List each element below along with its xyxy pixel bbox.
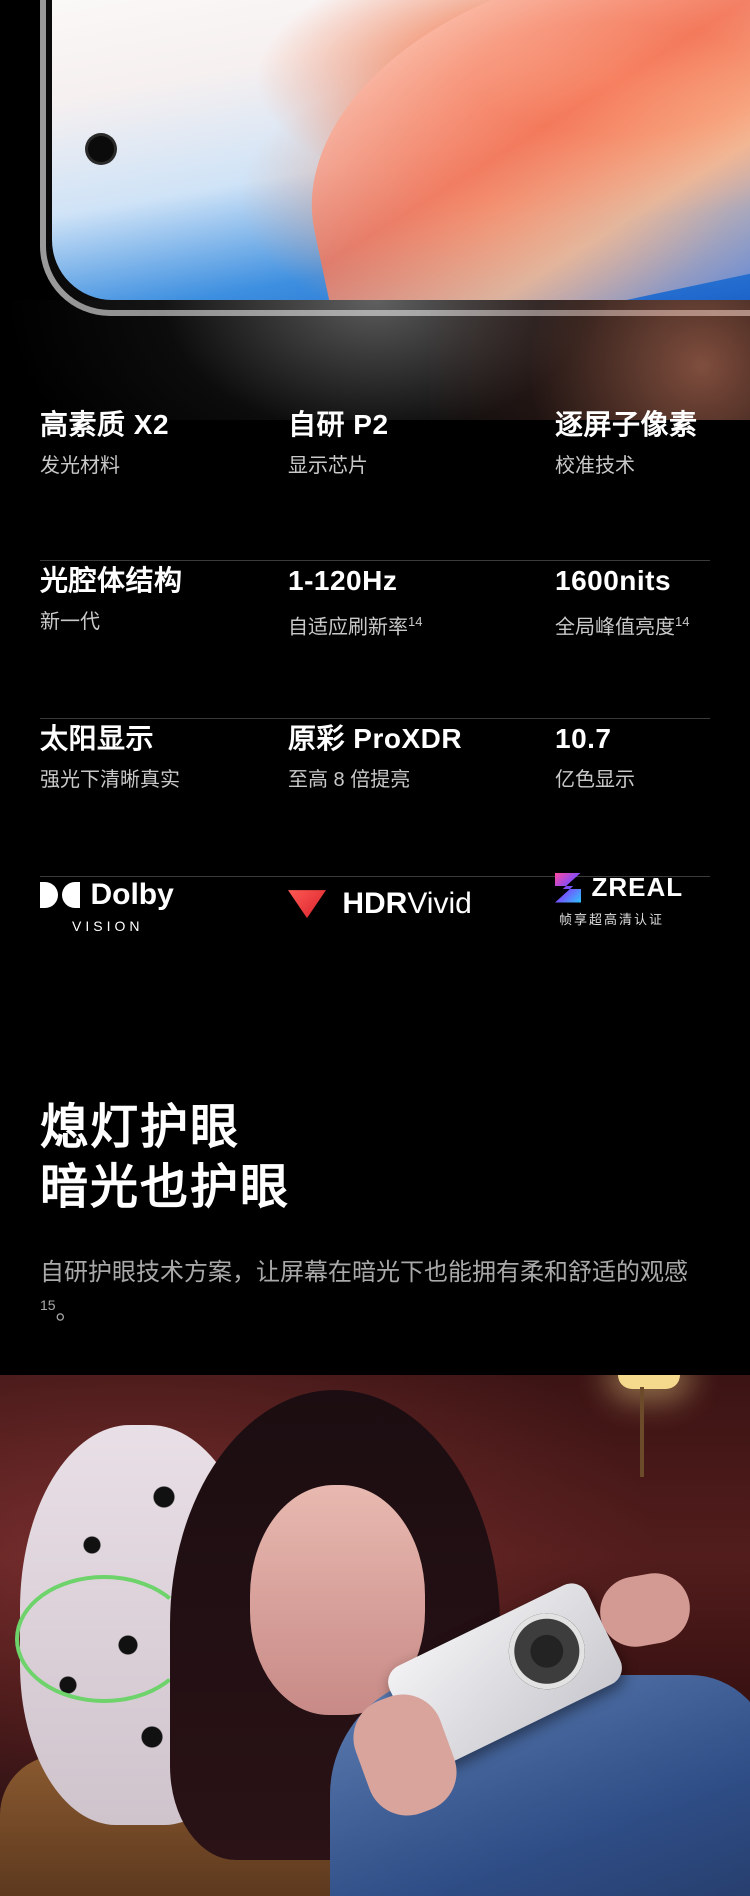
display-specs-grid: 高素质 X2 发光材料 自研 P2 显示芯片 逐屏子像素 校准技术 光腔体结构 … [40, 405, 710, 877]
spec-cell: 10.7 亿色显示 [555, 719, 750, 795]
front-camera-icon [88, 136, 114, 162]
spec-title: 1-120Hz [288, 565, 398, 596]
spec-subtitle: 新一代 [40, 611, 100, 633]
hero-phone-image [0, 0, 750, 420]
spec-cell: 高素质 X2 发光材料 [40, 405, 270, 481]
lamp-shade [618, 1375, 680, 1389]
headline-body-text: 自研护眼技术方案，让屏幕在暗光下也能拥有柔和舒适的观感 [40, 1259, 688, 1286]
spec-subtitle: 自适应刷新率14 [288, 607, 518, 643]
spec-title: 逐屏子像素 [555, 409, 698, 440]
spec-cell: 太阳显示 强光下清晰真实 [40, 719, 270, 795]
lamp-pole [640, 1387, 644, 1477]
certification-logos: Dolby VISION HDRVivid ZREAL 帧享超高清认证 [40, 868, 720, 958]
footnote-marker: 15 [40, 1297, 56, 1313]
headline-line-1: 熄灯护眼 [40, 1101, 241, 1154]
spec-cell: 1600nits 全局峰值亮度14 [555, 561, 750, 643]
spec-subtitle: 全局峰值亮度14 [555, 607, 750, 643]
zreal-wordmark: ZREAL [591, 872, 684, 902]
zreal-subtitle: 帧享超高清认证 [559, 912, 665, 927]
hdr-wordmark: HDR [342, 887, 408, 921]
spec-subtitle: 显示芯片 [288, 455, 368, 477]
dolby-logo-icon [40, 882, 80, 908]
spec-title: 1600nits [555, 565, 672, 596]
spec-row: 高素质 X2 发光材料 自研 P2 显示芯片 逐屏子像素 校准技术 [40, 405, 710, 561]
dolby-subtitle: VISION [72, 918, 144, 934]
spec-subtitle-text: 自适应刷新率 [288, 616, 408, 639]
vivid-wordmark: Vivid [407, 887, 472, 921]
spec-subtitle-text: 全局峰值亮度 [555, 616, 675, 639]
spec-title: 10.7 [555, 723, 612, 754]
headline-body-end: 。 [55, 1298, 80, 1325]
spec-cell: 逐屏子像素 校准技术 [555, 405, 750, 481]
zreal-logo: ZREAL 帧享超高清认证 [555, 872, 683, 928]
wallpaper-swirl [273, 0, 750, 300]
camera-module-icon [496, 1600, 598, 1703]
spec-subtitle: 校准技术 [555, 455, 635, 477]
spec-cell: 自研 P2 显示芯片 [288, 405, 518, 481]
spec-title: 自研 P2 [288, 409, 389, 440]
hdr-vivid-flag-icon [288, 890, 326, 919]
spec-subtitle: 至高 8 倍提亮 [288, 769, 411, 791]
dolby-wordmark: Dolby [90, 878, 174, 911]
spec-row: 太阳显示 强光下清晰真实 原彩 ProXDR 至高 8 倍提亮 10.7 亿色显… [40, 719, 710, 877]
spec-subtitle: 亿色显示 [555, 769, 635, 791]
footnote-marker: 14 [675, 614, 690, 629]
warm-glow [430, 300, 750, 420]
spec-title: 原彩 ProXDR [288, 723, 463, 754]
spec-title: 光腔体结构 [40, 565, 183, 596]
headline-line-2: 暗光也护眼 [40, 1161, 291, 1214]
dolby-vision-logo: Dolby VISION [40, 878, 174, 934]
spec-cell: 光腔体结构 新一代 [40, 561, 270, 637]
headline-body: 自研护眼技术方案，让屏幕在暗光下也能拥有柔和舒适的观感 15。 [40, 1256, 720, 1328]
spec-cell: 原彩 ProXDR 至高 8 倍提亮 [288, 719, 518, 795]
phone-screen [52, 0, 750, 300]
zreal-logo-icon [555, 872, 581, 903]
eye-care-section: 熄灯护眼 暗光也护眼 自研护眼技术方案，让屏幕在暗光下也能拥有柔和舒适的观感 15… [40, 1098, 720, 1328]
hdr-vivid-logo: HDRVivid [288, 886, 472, 921]
spec-subtitle: 发光材料 [40, 455, 120, 477]
spec-cell: 1-120Hz 自适应刷新率14 [288, 561, 518, 643]
spec-row: 光腔体结构 新一代 1-120Hz 自适应刷新率14 1600nits 全局峰值… [40, 561, 710, 719]
lifestyle-photo [0, 1375, 750, 1896]
spec-subtitle: 强光下清晰真实 [40, 769, 180, 791]
footnote-marker: 14 [408, 614, 423, 629]
spec-title: 太阳显示 [40, 723, 155, 754]
spec-title: 高素质 X2 [40, 409, 170, 440]
dog-leash [15, 1575, 193, 1703]
